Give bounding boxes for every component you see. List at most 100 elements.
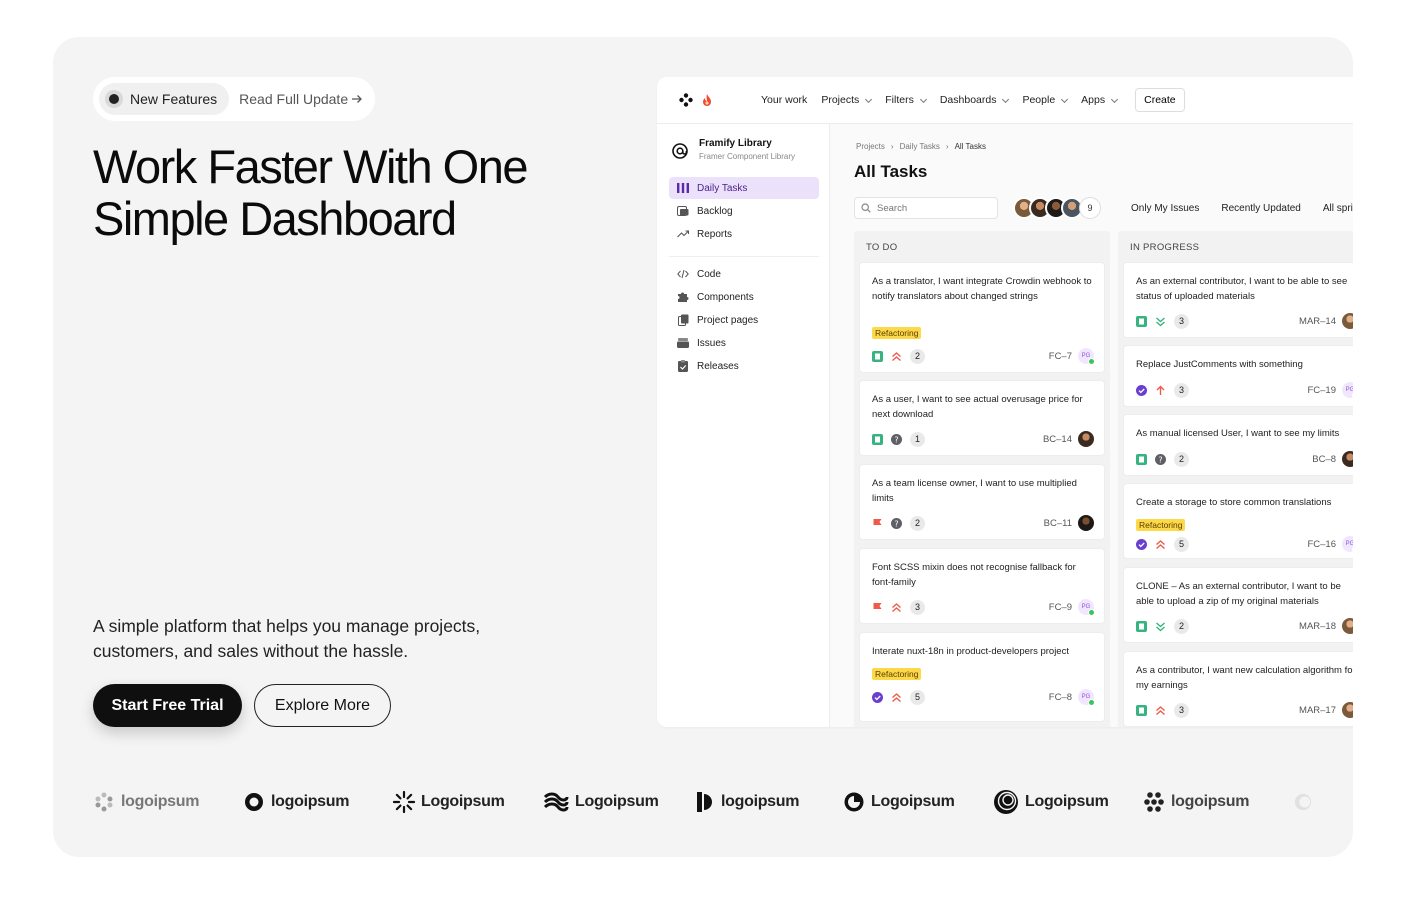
- assignee-avatar[interactable]: [1078, 515, 1094, 531]
- assignee-avatar[interactable]: [1342, 313, 1353, 329]
- nav-filters[interactable]: Filters: [885, 94, 927, 106]
- filter-all-sprints[interactable]: All sprints: [1323, 203, 1353, 214]
- assignee-avatar[interactable]: PG: [1078, 689, 1095, 706]
- svg-text:?: ?: [894, 435, 898, 444]
- task-meta: ? 2 BC–8: [1136, 451, 1353, 467]
- sidebar-item-code[interactable]: Code: [669, 263, 819, 285]
- assignee-avatar[interactable]: [1342, 618, 1353, 634]
- column-in-progress: IN PROGRESS As an external contributor, …: [1118, 231, 1353, 727]
- member-avatars[interactable]: 9: [1013, 197, 1101, 219]
- task-card[interactable]: As a team license owner, I want to use m…: [859, 464, 1105, 540]
- sidebar-item-components[interactable]: Components: [669, 286, 819, 308]
- nav-dashboards[interactable]: Dashboards: [940, 94, 1010, 106]
- hero-section: New Features Read Full Update Work Faste…: [53, 37, 1353, 857]
- explore-more-button[interactable]: Explore More: [254, 684, 391, 727]
- task-meta: ? 2 BC–11: [872, 515, 1094, 531]
- nav-projects-label: Projects: [821, 94, 860, 106]
- task-card[interactable]: As a contributor, I want new calculation…: [1123, 651, 1353, 727]
- nav-people[interactable]: People: [1022, 94, 1069, 106]
- read-full-update-link[interactable]: Read Full Update: [239, 91, 363, 107]
- start-free-trial-button[interactable]: Start Free Trial: [93, 684, 242, 727]
- issue-key: MAR–17: [1299, 704, 1336, 716]
- breadcrumb-daily-tasks[interactable]: Daily Tasks: [900, 142, 940, 151]
- partner-logo-text: logoipsum: [271, 793, 350, 810]
- search-input[interactable]: [877, 202, 987, 214]
- fire-icon[interactable]: [701, 93, 713, 107]
- read-full-update-label: Read Full Update: [239, 91, 349, 107]
- refactoring-tag: Refactoring: [1136, 519, 1186, 531]
- assignee-avatar[interactable]: PG: [1342, 536, 1353, 553]
- hero-title-line-1: Work Faster With One: [93, 140, 529, 193]
- hero-title: Work Faster With One Simple Dashboard: [93, 141, 613, 245]
- search-box[interactable]: [854, 197, 998, 219]
- task-card[interactable]: As manual licensed User, I want to see m…: [1123, 414, 1353, 476]
- sidebar-item-issues[interactable]: Issues: [669, 332, 819, 354]
- nav-apps-label: Apps: [1081, 94, 1106, 106]
- issue-key: MAR–18: [1299, 620, 1336, 632]
- sidebar-divider: [669, 256, 819, 257]
- new-features-badge[interactable]: New Features: [99, 83, 230, 115]
- at-sign-icon: [672, 143, 688, 159]
- story-points: 5: [1174, 536, 1189, 552]
- bracket-logo-icon: [697, 792, 712, 812]
- assignee-avatar[interactable]: [1342, 702, 1353, 718]
- task-card[interactable]: Replace JustComments with something 3 FC…: [1123, 345, 1353, 407]
- nav-your-work[interactable]: Your work: [761, 94, 807, 106]
- breadcrumb-separator-icon: ›: [890, 142, 894, 151]
- sidebar-item-reports[interactable]: Reports: [669, 223, 819, 245]
- priority-highest-icon: [1155, 705, 1166, 716]
- refactoring-tag: Refactoring: [872, 327, 922, 339]
- story-icon: [1136, 453, 1147, 465]
- task-card[interactable]: Interate nuxt-18n in product-developers …: [859, 632, 1105, 722]
- sidebar-item-project-pages[interactable]: Project pages: [669, 309, 819, 331]
- partner-logo: logoipsum: [243, 791, 393, 813]
- priority-lowest-icon: [1155, 316, 1166, 327]
- task-card[interactable]: As a translator, I want integrate Crowdi…: [859, 262, 1105, 373]
- assignee-avatar[interactable]: [1078, 431, 1094, 447]
- hero-subtitle: A simple platform that helps you manage …: [93, 616, 481, 661]
- project-header[interactable]: Framify Library Framer Component Library: [671, 138, 795, 161]
- breadcrumb-projects[interactable]: Projects: [856, 142, 885, 151]
- sidebar-item-releases[interactable]: Releases: [669, 355, 819, 377]
- clipboard-check-icon: [677, 360, 689, 372]
- story-points: 2: [910, 515, 925, 531]
- task-title: Replace JustComments with something: [1136, 359, 1303, 370]
- filter-only-my-issues[interactable]: Only My Issues: [1131, 203, 1199, 214]
- sidebar-item-label: Components: [697, 291, 754, 303]
- task-title: As a contributor, I want new calculation…: [1136, 665, 1353, 691]
- nav-your-work-label: Your work: [761, 94, 808, 106]
- story-points: 3: [910, 599, 925, 615]
- sidebar-item-daily-tasks[interactable]: Daily Tasks: [669, 177, 819, 199]
- nav-people-label: People: [1022, 94, 1056, 106]
- sidebar-item-backlog[interactable]: Backlog: [669, 200, 819, 222]
- task-card[interactable]: Create a storage to store common transla…: [1123, 483, 1353, 559]
- page-title: All Tasks: [854, 162, 928, 181]
- task-card[interactable]: As a user, I want to see actual overusag…: [859, 380, 1105, 456]
- priority-highest-icon: [891, 692, 902, 703]
- task-card[interactable]: CLONE – As an external contributor, I wa…: [1123, 567, 1353, 643]
- project-subtitle: Framer Component Library: [699, 152, 796, 161]
- filter-recently-updated[interactable]: Recently Updated: [1221, 203, 1301, 214]
- sidebar-item-label: Code: [697, 268, 721, 280]
- assignee-avatar[interactable]: PG: [1342, 382, 1353, 399]
- assignee-avatar[interactable]: [1342, 451, 1353, 467]
- assignee-avatar[interactable]: PG: [1078, 348, 1095, 365]
- search-icon: [861, 203, 871, 213]
- nav-projects[interactable]: Projects: [821, 94, 873, 106]
- trending-up-icon: [677, 228, 689, 240]
- hexagon-dots-logo-icon: [95, 792, 113, 812]
- assignee-avatar[interactable]: PG: [1078, 599, 1095, 616]
- nav-apps[interactable]: Apps: [1081, 94, 1119, 106]
- member-count-badge[interactable]: 9: [1079, 197, 1101, 219]
- hero-title-line-2: Simple Dashboard: [93, 192, 457, 245]
- partner-logo-text: Logoipsum: [871, 793, 955, 810]
- quick-filters: Only My Issues Recently Updated All spri…: [1131, 203, 1353, 214]
- task-card[interactable]: As an external contributor, I want to be…: [1123, 262, 1353, 338]
- flag-icon: [872, 518, 883, 529]
- create-button[interactable]: Create: [1135, 88, 1185, 112]
- app-logo-icon[interactable]: [679, 93, 693, 107]
- task-card[interactable]: Font SCSS mixin does not recognise fallb…: [859, 548, 1105, 624]
- priority-highest-icon: [1155, 539, 1166, 550]
- svg-text:?: ?: [1158, 455, 1162, 464]
- task-meta: 3 MAR–17: [1136, 702, 1353, 718]
